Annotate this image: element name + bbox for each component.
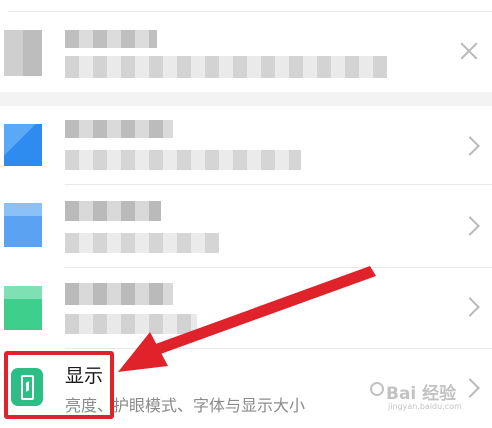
blurred-description-text [65, 233, 219, 253]
blurred-title-text [65, 283, 173, 305]
watermark-brand: Bai 经验 [386, 384, 457, 404]
chevron-right-icon [460, 136, 480, 156]
chevron-right-icon [460, 216, 480, 236]
blurred-blue-icon [4, 124, 42, 166]
close-icon[interactable] [458, 40, 480, 62]
top-divider [8, 11, 492, 12]
watermark: Bai 经验 jingyan.baidu.com [370, 377, 470, 417]
blurred-title-text [65, 120, 173, 138]
blurred-description-text [65, 314, 197, 334]
row-divider [65, 348, 492, 349]
blurred-description-text [65, 56, 387, 78]
blurred-title-text [65, 30, 157, 48]
blurred-title-text [65, 201, 161, 221]
row-divider [65, 267, 492, 268]
watermark-url: jingyan.baidu.com [388, 402, 462, 411]
section-gap [0, 92, 492, 106]
row-divider [65, 184, 492, 185]
blurred-green-icon [4, 286, 42, 330]
blurred-description-text [65, 150, 301, 170]
settings-screen: 显示 亮度、护眼模式、字体与显示大小 Bai 经验 jingyan.baidu.… [0, 0, 492, 428]
arrow-shaft [150, 266, 376, 356]
blurred-app-icon [4, 30, 42, 76]
chevron-right-icon [460, 297, 480, 317]
highlight-box [4, 351, 114, 419]
blurred-light-blue-icon [4, 203, 42, 247]
paw-logo-icon [370, 382, 384, 396]
